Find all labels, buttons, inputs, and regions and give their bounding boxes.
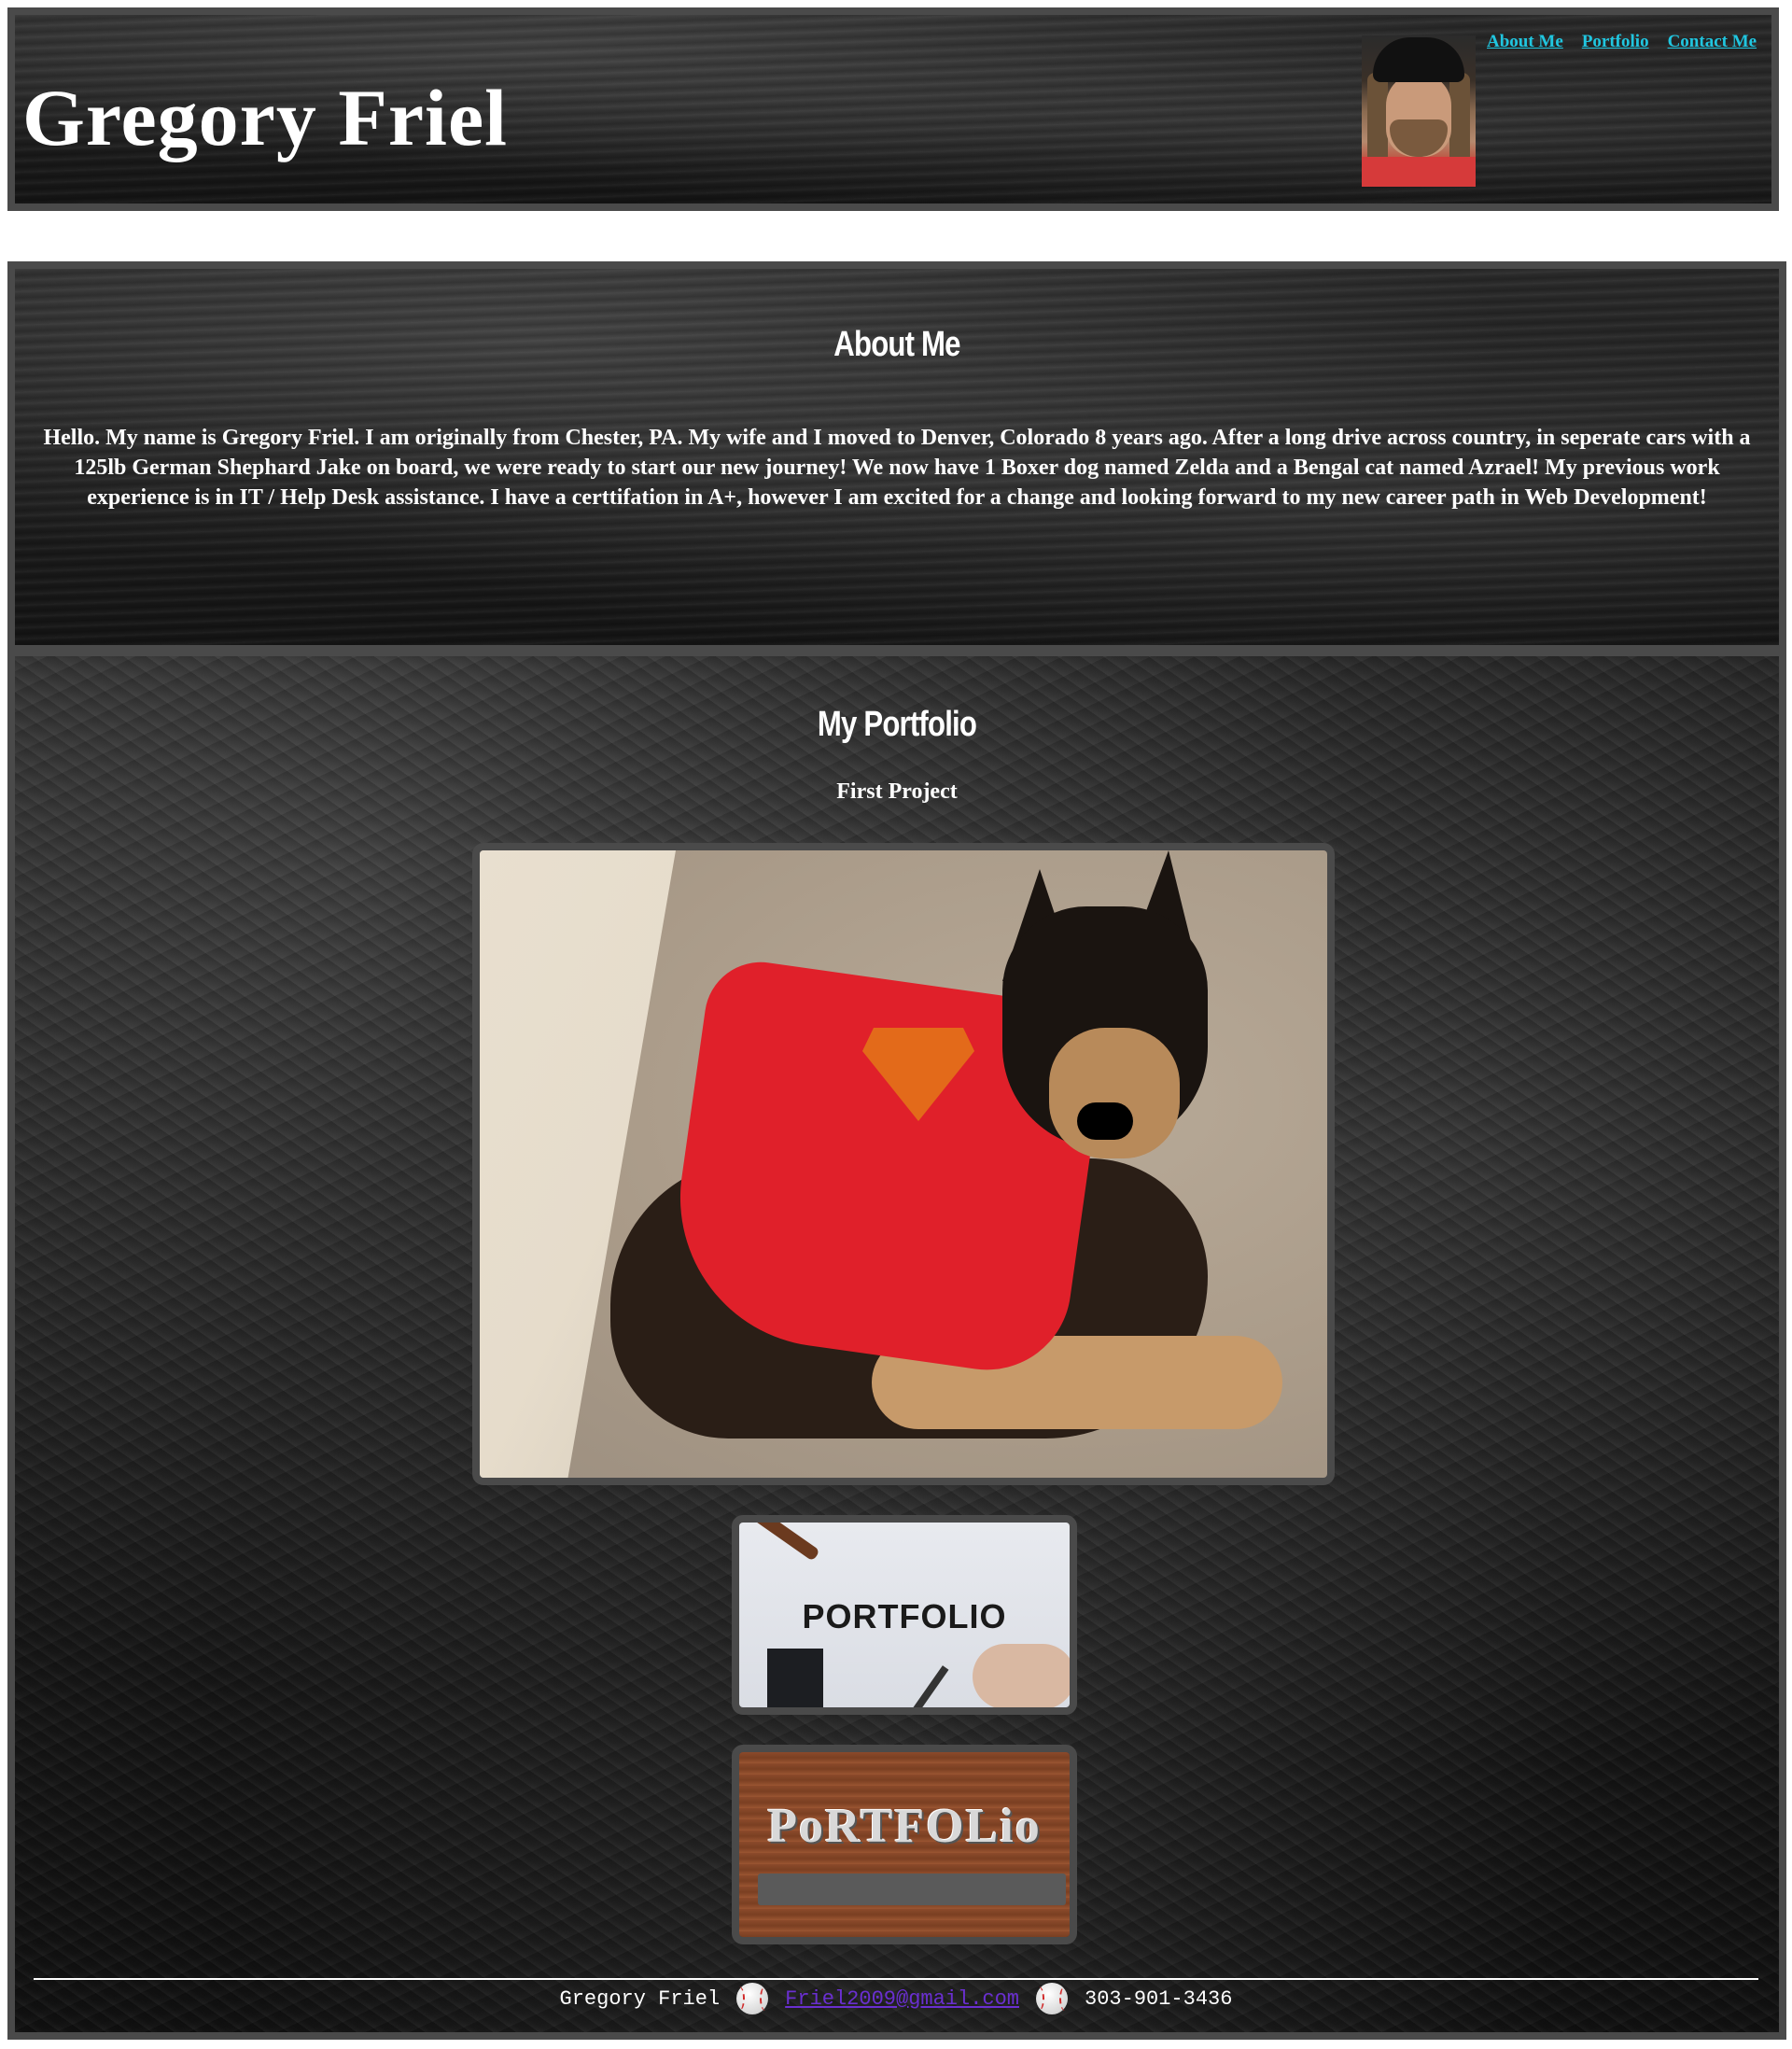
about-section: About Me Hello. My name is Gregory Friel… [7,261,1786,656]
portfolio-card-image-1[interactable]: PORTFOLIO [732,1515,1077,1715]
nav-link-contact-me[interactable]: Contact Me [1668,32,1757,52]
footer-phone: 303-901-3436 [1085,1986,1233,2011]
about-heading: About Me [833,325,960,364]
about-text: Hello. My name is Gregory Friel. I am or… [43,426,1751,510]
first-project-image[interactable] [472,843,1335,1485]
footer-divider [34,1978,1758,1980]
portfolio-card-1-text: PORTFOLIO [802,1597,1007,1635]
footer-name: Gregory Friel [559,1986,721,2011]
site-title: Gregory Friel [22,73,509,162]
baseball-icon [736,1983,769,2014]
portfolio-section: My Portfolio First Project PORTFOLIO PoR… [7,656,1786,2040]
portfolio-card-2-text: PoRTFOLio [767,1800,1042,1853]
project-title: First Project [836,779,958,804]
baseball-icon [1036,1983,1069,2014]
nav-link-about-me[interactable]: About Me [1487,32,1563,52]
portfolio-card-image-2[interactable]: PoRTFOLio [732,1745,1077,1944]
profile-photo [1362,35,1476,187]
portfolio-heading: My Portfolio [817,705,977,744]
site-footer: Gregory Friel Friel2009@gmail.com 303-90… [0,1982,1792,2015]
footer-email-link[interactable]: Friel2009@gmail.com [785,1987,1019,2011]
site-header: Gregory Friel About Me Portfolio Contact… [7,7,1779,211]
main-nav: About Me Portfolio Contact Me [1487,32,1757,52]
nav-link-portfolio[interactable]: Portfolio [1582,32,1649,52]
